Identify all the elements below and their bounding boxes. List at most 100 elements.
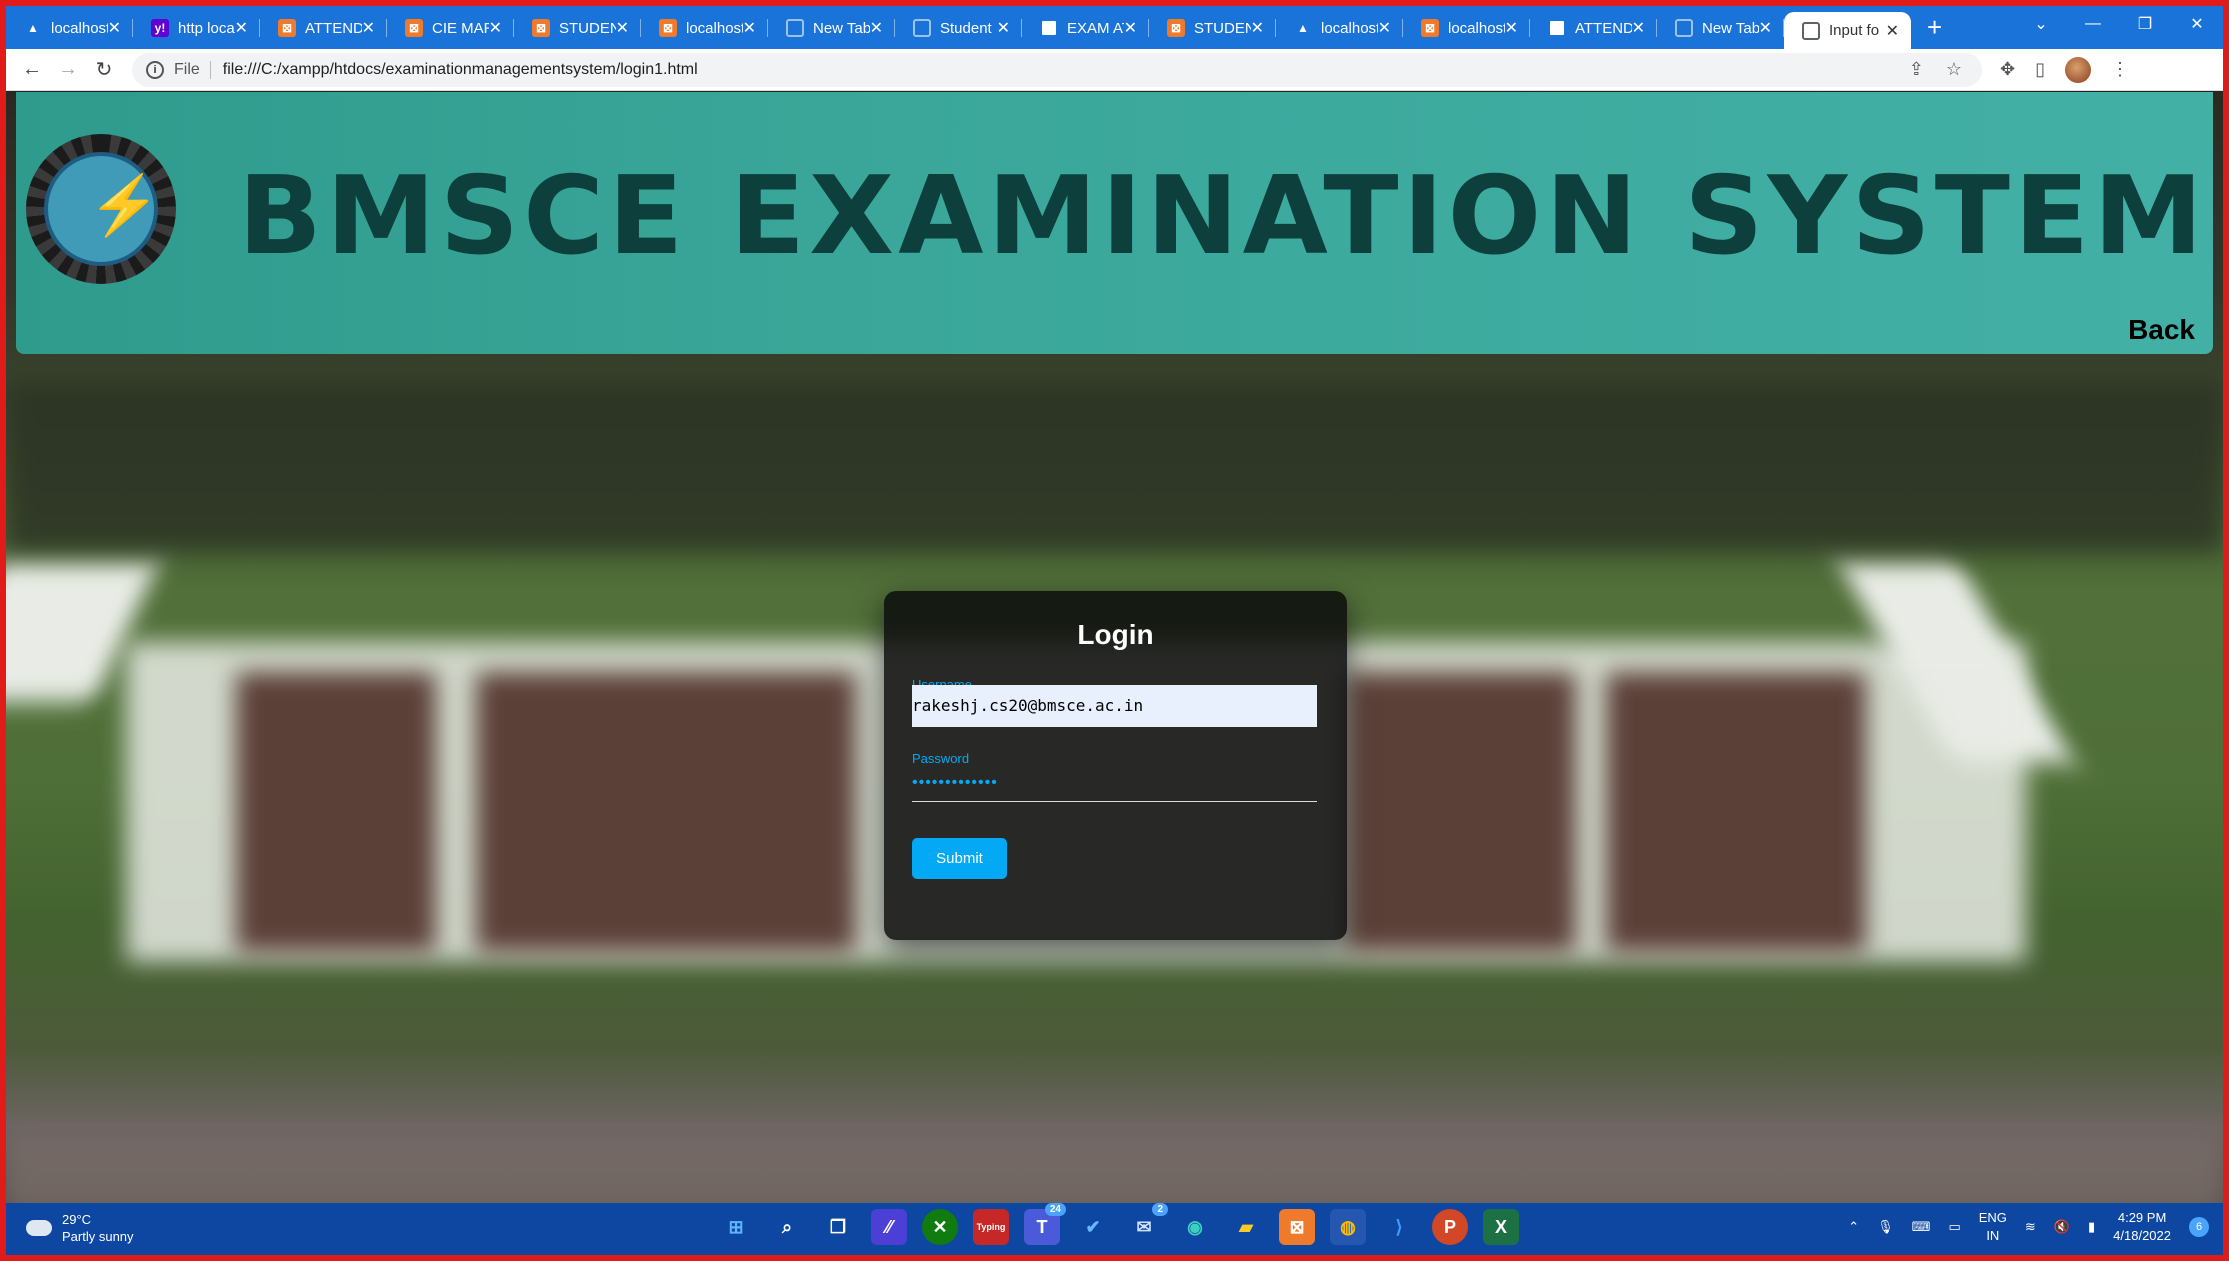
- back-link[interactable]: Back: [2128, 314, 2195, 346]
- tab[interactable]: New Tab ✕: [1657, 10, 1784, 46]
- tab[interactable]: ≡ EXAM AT✕: [1022, 10, 1149, 46]
- weather-temperature: 29°C: [62, 1212, 92, 1227]
- powerpoint-icon[interactable]: P: [1432, 1209, 1468, 1245]
- close-tab-icon[interactable]: ✕: [1505, 18, 1518, 38]
- tab[interactable]: Student ✕: [895, 10, 1022, 46]
- apache-icon: ▲: [1297, 21, 1309, 35]
- xampp-icon: ⊠: [1167, 19, 1185, 37]
- menu-kebab-icon[interactable]: ⋮: [2111, 59, 2129, 80]
- side-panel-icon[interactable]: ▯: [2035, 59, 2045, 80]
- tab[interactable]: y! http loca ✕: [133, 10, 260, 46]
- tab[interactable]: ≡ ATTENDA✕: [1530, 10, 1657, 46]
- back-arrow-icon[interactable]: ←: [14, 58, 50, 81]
- login-title: Login: [1077, 619, 1154, 650]
- info-icon[interactable]: i: [146, 60, 164, 79]
- tab[interactable]: ▲ localhost ✕: [1276, 10, 1403, 46]
- tab[interactable]: New Tab ✕: [768, 10, 895, 46]
- close-tab-icon[interactable]: ✕: [743, 18, 756, 38]
- yahoo-icon: y!: [151, 19, 169, 37]
- tab[interactable]: ▲ localhost ✕: [6, 10, 133, 46]
- tab[interactable]: ⊠ ATTENDA✕: [260, 10, 387, 46]
- tab-active[interactable]: Input fo ✕: [1784, 12, 1911, 49]
- url-text[interactable]: file:///C:/xampp/htdocs/examinationmanag…: [223, 61, 698, 79]
- file-explorer-icon[interactable]: ▰: [1228, 1209, 1264, 1245]
- close-tab-icon[interactable]: ✕: [1632, 18, 1645, 38]
- typing-app-label: Typing: [976, 1222, 1006, 1232]
- tab[interactable]: ⊠ STUDENT✕: [1149, 10, 1276, 46]
- close-tab-icon[interactable]: ✕: [1886, 21, 1899, 41]
- close-tab-icon[interactable]: ✕: [362, 18, 375, 38]
- close-tab-icon[interactable]: ✕: [1378, 18, 1391, 38]
- profile-avatar[interactable]: [2065, 56, 2091, 83]
- wifi-icon[interactable]: ≋: [2025, 1219, 2036, 1235]
- tab-label: localhost: [51, 19, 108, 37]
- submit-button[interactable]: Submit: [912, 838, 1007, 879]
- language-indicator[interactable]: ENG IN: [1979, 1209, 2007, 1245]
- tab-label: New Tab: [813, 19, 870, 37]
- edge-browser-icon[interactable]: ◉: [1177, 1209, 1213, 1245]
- vscode-icon[interactable]: ⟩: [1381, 1209, 1417, 1245]
- xbox-icon[interactable]: ✕: [922, 1209, 958, 1245]
- close-tab-icon[interactable]: ✕: [1759, 18, 1772, 38]
- close-tab-icon[interactable]: ✕: [616, 18, 629, 38]
- chrome-icon[interactable]: ◍: [1330, 1209, 1366, 1245]
- tab-label: localhost: [1321, 19, 1378, 37]
- task-view-icon[interactable]: ❐: [820, 1209, 856, 1245]
- keyboard-icon[interactable]: ⌨: [1912, 1219, 1931, 1235]
- close-tab-icon[interactable]: ✕: [235, 18, 248, 38]
- xampp-icon: ⊠: [278, 19, 296, 37]
- page-content: ⚡ BMSCE EXAMINATION SYSTEM Back Login Us…: [6, 92, 2223, 1203]
- language-code: ENG: [1978, 1210, 2007, 1225]
- excel-icon[interactable]: X: [1483, 1209, 1519, 1245]
- new-tab-icon[interactable]: +: [1927, 12, 1942, 43]
- background-path: [6, 1132, 2223, 1203]
- tab[interactable]: ⊠ STUDENT✕: [514, 10, 641, 46]
- notification-badge[interactable]: 6: [2189, 1217, 2209, 1237]
- forward-arrow-icon[interactable]: →: [50, 58, 86, 81]
- address-bar: ← → ↻ i File file:///C:/xampp/htdocs/exa…: [6, 49, 2223, 91]
- tab[interactable]: ⊠ localhost ✕: [1403, 10, 1530, 46]
- restore-icon[interactable]: ❐: [2119, 14, 2171, 34]
- close-tab-icon[interactable]: ✕: [870, 18, 883, 38]
- close-tab-icon[interactable]: ✕: [997, 18, 1010, 38]
- close-tab-icon[interactable]: ✕: [1124, 18, 1137, 38]
- close-tab-icon[interactable]: ✕: [489, 18, 502, 38]
- weather-description: Partly sunny: [62, 1229, 134, 1244]
- windows-start-icon[interactable]: ⊞: [718, 1209, 754, 1245]
- share-icon[interactable]: ⇪: [1909, 59, 1924, 80]
- tab[interactable]: ⊠ localhost ✕: [641, 10, 768, 46]
- globe-icon: [786, 19, 804, 37]
- volume-muted-icon[interactable]: 🔇: [2054, 1219, 2070, 1235]
- teams-icon[interactable]: T 24: [1024, 1203, 1066, 1245]
- battery-icon[interactable]: ▮: [2088, 1219, 2095, 1235]
- system-tray: ⌃ 🎙 ⌨ ▭ ENG IN ≋ 🔇 ▮ 4:29 PM 4/18/2022 6: [1848, 1209, 2209, 1245]
- minimize-icon[interactable]: —: [2067, 15, 2119, 33]
- password-input[interactable]: •••••••••••••: [912, 774, 1317, 802]
- username-input[interactable]: rakeshj.cs20@bmsce.ac.in: [912, 685, 1317, 727]
- taskbar: 29°C Partly sunny ⊞ ⌕ ❐ ⁄⁄ ✕ Typing T 24 …: [6, 1203, 2223, 1255]
- chevron-up-icon[interactable]: ⌃: [1848, 1219, 1859, 1235]
- typing-app-icon[interactable]: Typing: [973, 1209, 1009, 1245]
- tab-search-icon[interactable]: ⌄: [2015, 14, 2067, 34]
- tab-label: STUDENT: [559, 19, 616, 37]
- microphone-icon[interactable]: 🎙: [1877, 1219, 1894, 1235]
- weather-widget[interactable]: 29°C Partly sunny: [20, 1211, 134, 1245]
- bookmark-star-icon[interactable]: ☆: [1946, 59, 1962, 80]
- xampp-icon[interactable]: ⊠: [1279, 1209, 1315, 1245]
- todo-check-icon[interactable]: ✔: [1075, 1209, 1111, 1245]
- extensions-icon[interactable]: ✥: [2000, 59, 2015, 80]
- mail-icon[interactable]: ✉ 2: [1126, 1203, 1168, 1245]
- close-window-icon[interactable]: ✕: [2171, 14, 2223, 34]
- reload-icon[interactable]: ↻: [86, 57, 122, 82]
- search-icon[interactable]: ⌕: [769, 1209, 805, 1245]
- close-tab-icon[interactable]: ✕: [108, 18, 121, 38]
- close-tab-icon[interactable]: ✕: [1251, 18, 1264, 38]
- tab[interactable]: ⊠ CIE MAR ✕: [387, 10, 514, 46]
- display-icon[interactable]: ▭: [1948, 1219, 1960, 1235]
- browser-window: ▲localhost✕ y!http loca✕ ⊠ATTENDA✕ ⊠CIE …: [6, 6, 2223, 1255]
- globe-icon: [913, 19, 931, 37]
- xampp-icon: ⊠: [532, 19, 550, 37]
- clock[interactable]: 4:29 PM 4/18/2022: [2113, 1209, 2171, 1245]
- url-input[interactable]: i File file:///C:/xampp/htdocs/examinati…: [132, 52, 1982, 87]
- visual-studio-icon[interactable]: ⁄⁄: [871, 1209, 907, 1245]
